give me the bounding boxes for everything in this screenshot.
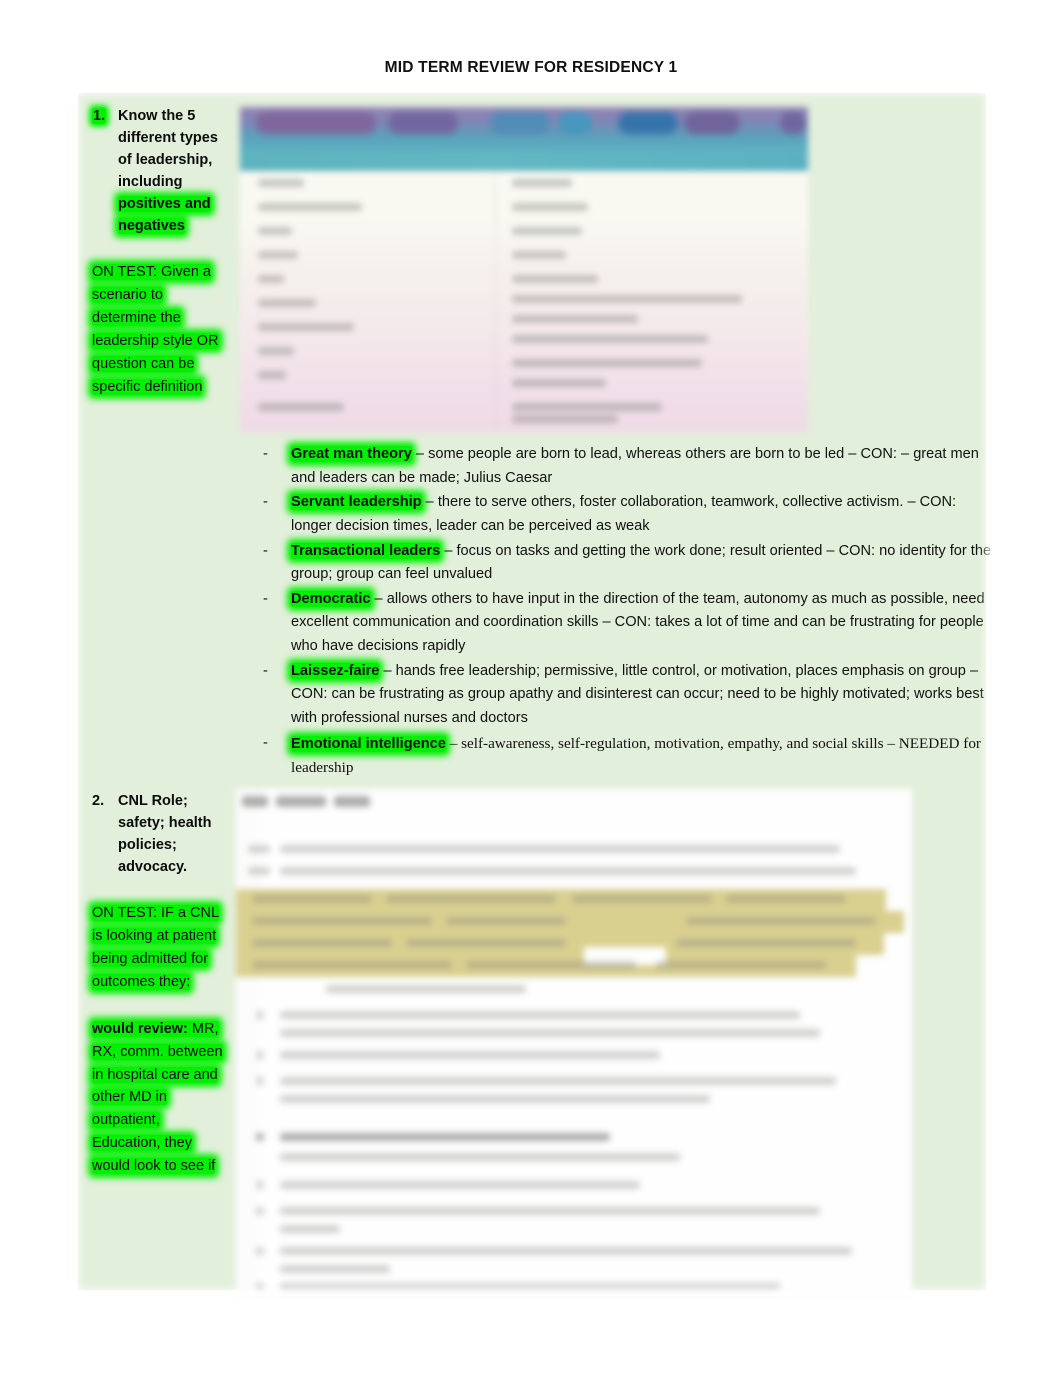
list-item-body: Laissez-faire – hands free leadership; p… (291, 660, 997, 731)
list-item: - Emotional intelligence – self-awarenes… (257, 732, 997, 781)
list-item-text: – hands free leadership; permissive, lit… (291, 662, 984, 727)
list-item-body: Democratic – allows others to have input… (291, 588, 997, 659)
list-item-term: Emotional intelligence (291, 735, 446, 752)
section-2-would-review-label: would review: (92, 1020, 188, 1037)
section-2-would-review-wrap: would review: MR, RX, comm. between in h… (92, 1020, 223, 1175)
list-item-term: Transactional leaders (291, 542, 441, 559)
section-2-on-test-note: ON TEST: IF a CNL is looking at patient … (92, 902, 227, 994)
page-title: MID TERM REVIEW FOR RESIDENCY 1 (384, 59, 678, 76)
list-item: - Transactional leaders – focus on tasks… (257, 540, 997, 587)
list-item-term: Servant leadership (291, 494, 422, 511)
table-header-row (240, 107, 808, 155)
section-1-left-column: 1. Know the 5 different types of leaders… (78, 93, 233, 399)
cnl-role-document-image (235, 788, 913, 1295)
bullet-marker: - (263, 662, 268, 679)
list-item-body: Emotional intelligence – self-awareness,… (291, 732, 997, 781)
list-item-term: Great man theory (291, 446, 412, 462)
list-item-body: Great man theory – some people are born … (291, 443, 997, 490)
section-1-heading-text: Know the 5 different types of leadership… (118, 105, 227, 237)
list-item: - Great man theory – some people are bor… (257, 443, 997, 490)
bullet-marker: - (263, 590, 268, 607)
section-1-heading-plain: Know the 5 different types of leadership… (118, 108, 218, 191)
section-2-would-review-text: MR, RX, comm. between in hospital care a… (92, 1020, 223, 1175)
section-1-heading-highlight: positives and negatives (118, 196, 211, 235)
section-2-left-column: 2. CNL Role; safety; health policies; ad… (78, 778, 233, 1178)
section-2-right-column (233, 778, 986, 1295)
leadership-styles-table-image (239, 106, 809, 433)
section-2-number: 2. (92, 793, 105, 809)
section-1-on-test-note-text: ON TEST: Given a scenario to determine t… (92, 264, 219, 395)
leadership-types-list: - Great man theory – some people are bor… (257, 443, 997, 782)
section-1: 1. Know the 5 different types of leaders… (78, 93, 991, 778)
section-1-number-wrap: 1. (92, 105, 118, 237)
bullet-marker: - (263, 446, 268, 462)
document-content-block: 1. Know the 5 different types of leaders… (78, 93, 991, 1295)
list-item-text: – allows others to have input in the dir… (291, 590, 985, 655)
section-1-on-test-note: ON TEST: Given a scenario to determine t… (92, 261, 227, 398)
list-item: - Democratic – allows others to have inp… (257, 588, 997, 659)
bullet-marker: - (263, 494, 268, 511)
section-1-right-column: - Great man theory – some people are bor… (233, 93, 991, 778)
bullet-marker: - (263, 542, 268, 559)
section-2: 2. CNL Role; safety; health policies; ad… (78, 778, 986, 1295)
list-item-term: Laissez-faire (291, 662, 380, 679)
table-subheader-row (240, 153, 808, 171)
section-1-heading: 1. Know the 5 different types of leaders… (92, 105, 227, 237)
bullet-marker: - (263, 734, 268, 751)
section-2-heading: 2. CNL Role; safety; health policies; ad… (92, 790, 227, 878)
list-item: - Servant leadership – there to serve ot… (257, 491, 997, 538)
list-item-body: Servant leadership – there to serve othe… (291, 491, 997, 538)
section-2-heading-text: CNL Role; safety; health policies; advoc… (118, 793, 212, 876)
section-2-would-review-note: would review: MR, RX, comm. between in h… (92, 1018, 227, 1178)
list-item-term: Democratic (291, 590, 371, 607)
list-item-body: Transactional leaders – focus on tasks a… (291, 540, 997, 587)
section-2-on-test-note-text: ON TEST: IF a CNL is looking at patient … (92, 905, 220, 990)
list-item: - Laissez-faire – hands free leadership;… (257, 660, 997, 731)
section-1-number: 1. (92, 108, 107, 124)
